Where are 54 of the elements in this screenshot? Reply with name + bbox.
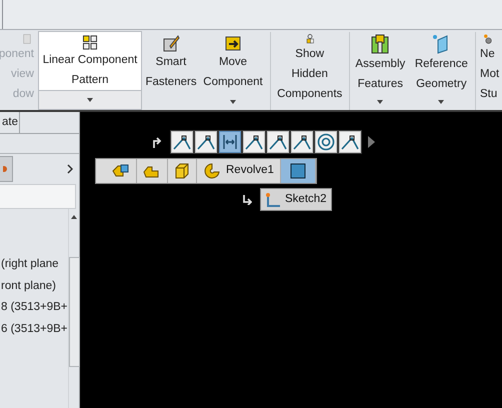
pattern-icon (82, 35, 98, 50)
panel-tab[interactable]: ate (0, 112, 20, 133)
ribbon-button[interactable]: Move Component (200, 30, 266, 110)
breadcrumb-item[interactable] (280, 159, 316, 183)
angle-icon (341, 134, 359, 150)
chevron-right-icon (67, 164, 73, 174)
split-button[interactable]: Linear Component Pattern (38, 31, 142, 110)
tree-item[interactable]: 6 (3513+9B+ (0, 320, 68, 338)
ribbon-button[interactable]: Ne Mot Stu (480, 30, 502, 110)
expand-arrow-icon (368, 136, 375, 148)
ribbon-button[interactable]: Reference Geometry (411, 30, 472, 110)
face-icon (290, 163, 306, 179)
fastener-icon (162, 34, 180, 52)
button-label: Linear Component Pattern (42, 53, 138, 88)
panel-tab[interactable] (0, 156, 13, 182)
cube-icon (174, 163, 190, 179)
dimension-icon (222, 134, 238, 150)
button-label: Ne Mot Stu (480, 47, 500, 102)
angle-icon (269, 134, 287, 150)
sketch-tool-button[interactable] (291, 131, 313, 153)
tree-item[interactable]: ront plane) (0, 276, 68, 295)
button-label: Reference Geometry (414, 57, 468, 92)
angle-icon (245, 134, 263, 150)
scrollbar[interactable] (68, 209, 80, 408)
assembly-icon (112, 163, 130, 179)
angle-icon (173, 134, 191, 150)
return-arrow-icon (242, 194, 252, 204)
button-label: Show Hidden Components (277, 47, 342, 102)
move-icon (224, 34, 242, 52)
sketch-icon (265, 192, 281, 208)
ribbon-button[interactable]: Assembly Features (353, 30, 408, 110)
sketch-tool-button[interactable] (243, 131, 265, 153)
sketch-tool-button[interactable] (267, 131, 289, 153)
tree-item[interactable]: (right plane (0, 255, 68, 274)
turn-arrow-icon (152, 136, 162, 148)
angle-icon (197, 134, 215, 150)
button-label: Assembly Features (355, 57, 406, 92)
scroll-up-icon (71, 215, 78, 219)
concentric-icon (317, 133, 335, 151)
revolve-icon (203, 163, 221, 179)
tree-item[interactable]: 8 (3513+9B+ (0, 298, 68, 316)
sketch-tool-button[interactable] (339, 131, 361, 153)
button-label: Smart Fasteners (145, 55, 197, 90)
ribbon-button[interactable]: Show Hidden Components (274, 30, 345, 110)
button-label: Move Component (203, 55, 263, 90)
sketch-tool-button[interactable] (195, 131, 217, 153)
plane-icon (432, 34, 450, 54)
assembly-features-icon (371, 34, 390, 54)
ribbon-button[interactable]: Smart Fasteners (146, 30, 196, 110)
filter-field[interactable] (0, 184, 76, 209)
display-icon (3, 165, 9, 173)
angle-icon (293, 134, 311, 150)
sketch-tool-button[interactable] (171, 131, 193, 153)
sketch-item[interactable]: Sketch2 (260, 188, 332, 211)
